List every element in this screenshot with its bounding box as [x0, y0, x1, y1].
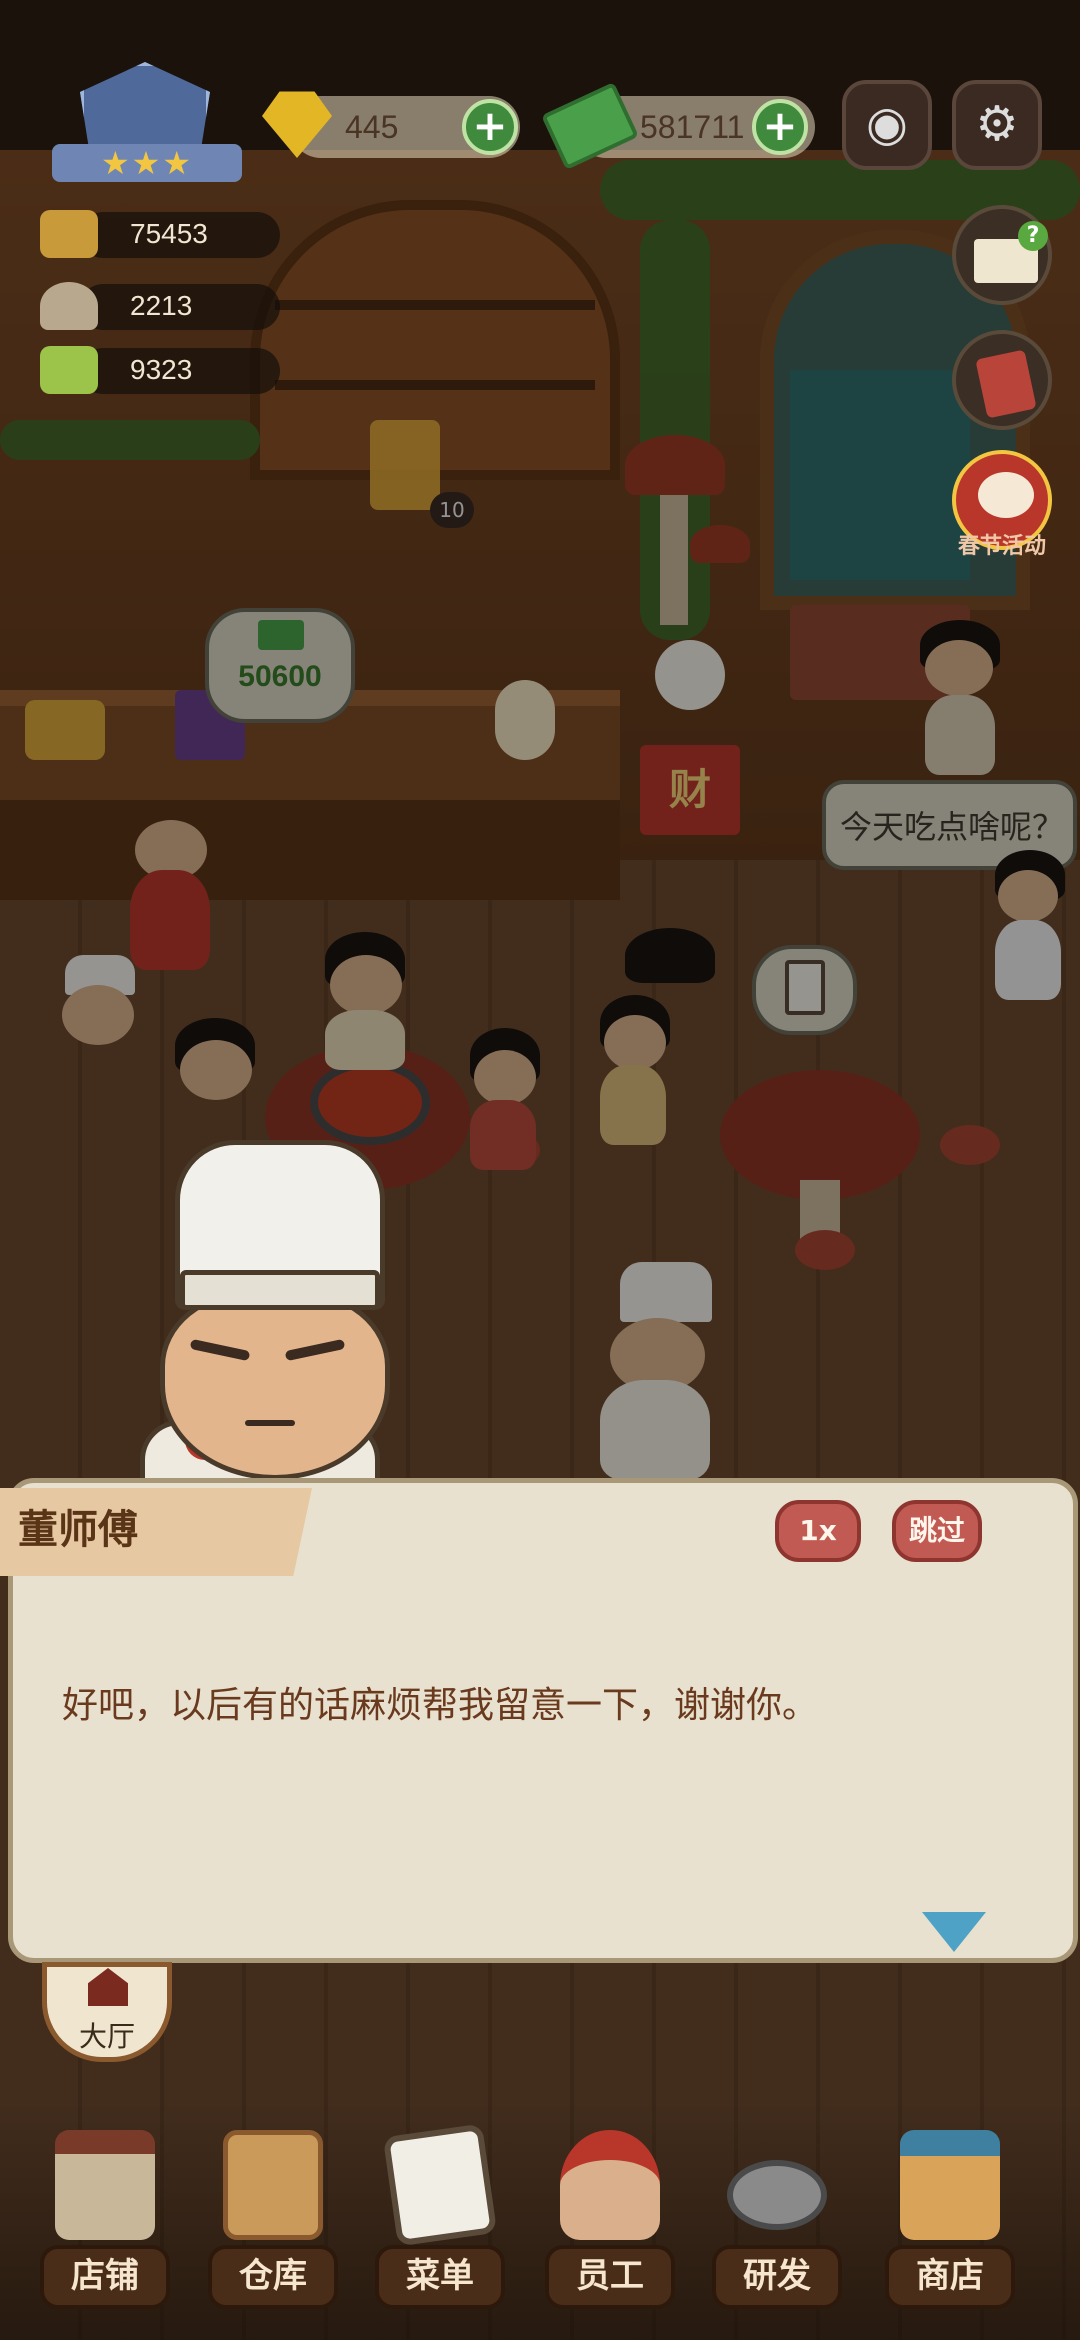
nav-label-staff: 员工 [576, 2256, 644, 2296]
chef-portrait-face [160, 1290, 390, 1480]
camera-button[interactable]: ◉ [842, 80, 932, 170]
add-cash-button[interactable]: + [752, 99, 808, 155]
shop-front-icon [55, 2130, 155, 2240]
wok-icon [727, 2160, 827, 2230]
staff-icon [560, 2130, 660, 2240]
nav-research[interactable]: 研发 [712, 2130, 842, 2330]
lion-head-icon [978, 472, 1034, 518]
rank-stars: ★★★ [100, 144, 194, 182]
hall-label: 大厅 [78, 2020, 135, 2053]
chef-hat-band [180, 1270, 380, 1310]
notes-button[interactable] [952, 330, 1052, 430]
stat-cloche: 2213 [40, 282, 280, 330]
speaker-name: 董师傅 [18, 1507, 138, 1553]
nav-menu[interactable]: 菜单 [375, 2123, 505, 2330]
settings-button[interactable]: ⚙ [952, 80, 1042, 170]
chef-mouth [245, 1420, 295, 1426]
nav-label-research: 研发 [743, 2256, 811, 2296]
restaurant-rank-badge[interactable]: ★★★ [52, 62, 242, 187]
red-notebook-icon [975, 349, 1037, 419]
nav-warehouse[interactable]: 仓库 [208, 2130, 338, 2330]
menu-clipboard-icon [382, 2123, 498, 2247]
nav-label-menu: 菜单 [406, 2256, 474, 2296]
nav-label-store: 商店 [916, 2256, 984, 2296]
stat-ticket-value: 9323 [130, 354, 193, 385]
stat-cloche-value: 2213 [130, 290, 193, 321]
nav-label-shop-front: 店铺 [71, 2256, 139, 2296]
cash-count: 581711 [640, 109, 745, 145]
gem-count: 445 [345, 109, 399, 145]
skip-button[interactable]: 跳过 [892, 1500, 982, 1562]
help-book-button[interactable]: ? [952, 205, 1052, 305]
cloche-icon [40, 282, 98, 330]
ticket-icon [40, 346, 98, 394]
dialog-text: 好吧，以后有的话麻烦帮我留意一下，谢谢你。 [62, 1685, 819, 1726]
question-icon: ? [1018, 221, 1048, 251]
add-gems-button[interactable]: + [462, 99, 518, 155]
nav-label-warehouse: 仓库 [239, 2256, 307, 2296]
store-icon [900, 2130, 1000, 2240]
gear-icon: ⚙ [975, 96, 1019, 152]
nav-staff[interactable]: 员工 [545, 2130, 675, 2330]
camera-icon: ◉ [866, 96, 908, 152]
event-label: 春节活动 [957, 534, 1046, 559]
stat-ticket: 9323 [40, 346, 280, 394]
stat-food-value: 75453 [130, 218, 208, 249]
food-tray-icon [40, 210, 98, 258]
boxes-icon [223, 2130, 323, 2240]
nav-store[interactable]: 商店 [885, 2130, 1015, 2330]
stat-food: 75453 [40, 210, 280, 258]
speed-toggle-button[interactable]: 1x [775, 1500, 861, 1562]
nav-shop-front[interactable]: 店铺 [40, 2130, 170, 2330]
